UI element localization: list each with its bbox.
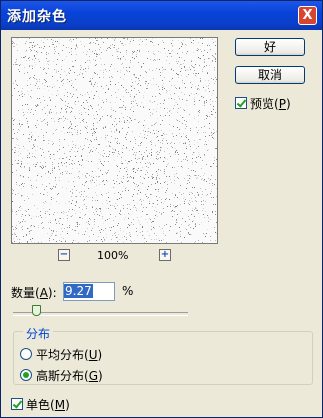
preview-label[interactable]: 预览(P) xyxy=(250,95,291,112)
amount-unit: % xyxy=(122,284,134,298)
gaussian-label[interactable]: 高斯分布(G) xyxy=(36,367,103,384)
amount-label: 数量(A): xyxy=(11,286,57,300)
monochrome-checkbox[interactable] xyxy=(11,398,23,410)
amount-slider-thumb[interactable] xyxy=(32,305,41,316)
uniform-label[interactable]: 平均分布(U) xyxy=(36,346,102,363)
monochrome-label[interactable]: 单色(M) xyxy=(26,396,70,413)
close-button[interactable]: X xyxy=(298,6,317,25)
title-bar[interactable]: 添加杂色 X xyxy=(1,1,322,30)
preview-checkbox[interactable] xyxy=(235,97,247,109)
zoom-level: 100% xyxy=(97,249,129,262)
cancel-button[interactable]: 取消 xyxy=(235,66,305,84)
uniform-radio[interactable] xyxy=(20,348,32,360)
ok-button[interactable]: 好 xyxy=(235,38,305,56)
dialog-title: 添加杂色 xyxy=(7,9,67,25)
amount-input[interactable]: 9.27 xyxy=(63,282,115,301)
preview-area[interactable] xyxy=(11,37,218,244)
noise-preview-image xyxy=(12,38,217,243)
dialog-window: 添加杂色 X − 100% + 好 取消 预览(P) 数量(A): 9.27 %… xyxy=(0,0,323,418)
zoom-out-button[interactable]: − xyxy=(58,249,70,261)
zoom-in-button[interactable]: + xyxy=(159,249,171,261)
gaussian-radio[interactable] xyxy=(20,369,32,381)
distribution-legend: 分布 xyxy=(23,325,54,342)
